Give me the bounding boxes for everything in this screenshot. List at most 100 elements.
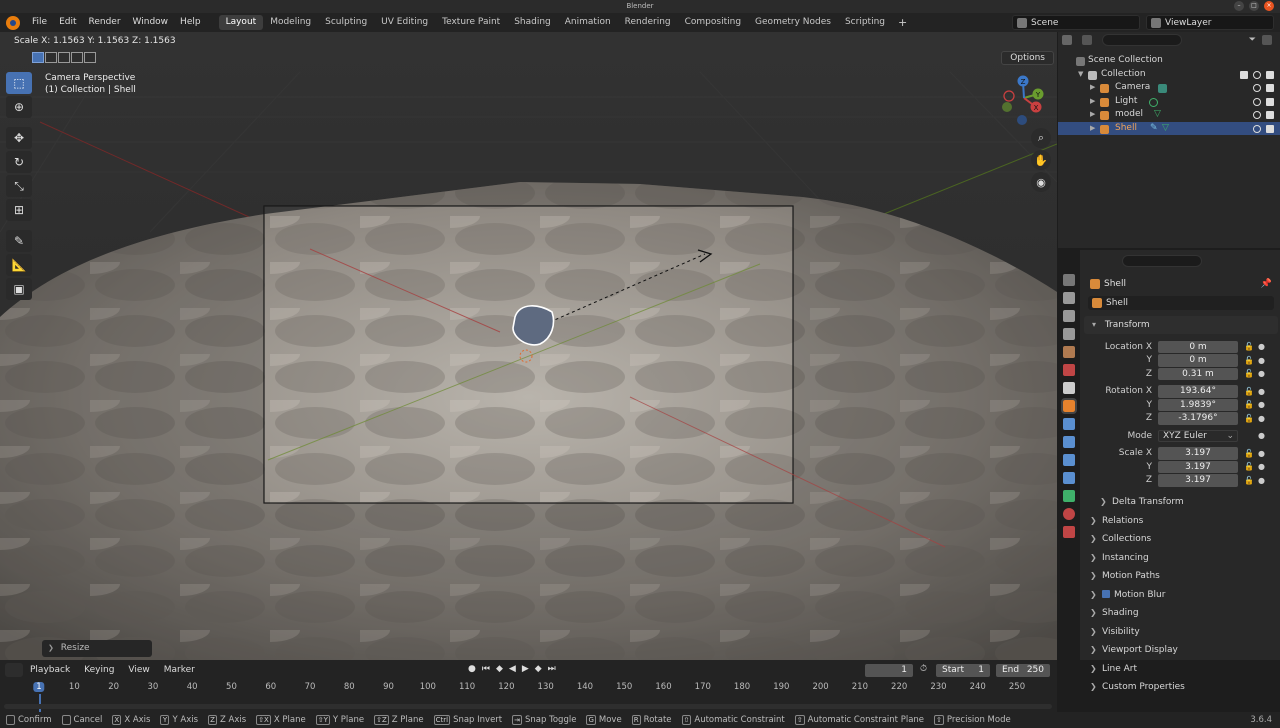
menu-edit[interactable]: Edit [53,13,82,32]
menu-file[interactable]: File [26,13,53,32]
visibility-eye-icon[interactable] [1253,70,1261,79]
panel-delta-transform[interactable]: ❯ Delta Transform [1082,493,1280,512]
location-y-field[interactable]: 0 m [1158,354,1238,367]
tab-scripting[interactable]: Scripting [838,15,892,30]
select-invert-icon[interactable] [71,52,83,63]
select-extend-icon[interactable] [45,52,57,63]
tab-modeling[interactable]: Modeling [263,15,318,30]
visibility-eye-icon[interactable] [1253,111,1261,119]
view-layer-selector[interactable]: ViewLayer [1146,15,1274,30]
object-name-field[interactable]: Shell [1088,296,1274,310]
3d-viewport[interactable]: Scale X: 1.1563 Y: 1.1563 Z: 1.1563 Opti… [0,32,1057,660]
start-frame-field[interactable]: Start 1 [936,664,990,677]
lock-icon[interactable]: 🔓 [1244,356,1256,365]
motion-blur-checkbox[interactable] [1102,589,1110,598]
editor-type-icon[interactable] [1062,35,1072,45]
panel-motion-paths[interactable]: ❯ Motion Paths [1082,567,1280,586]
scene-tab-icon[interactable] [1063,346,1075,358]
panel-visibility[interactable]: ❯ Visibility [1082,623,1280,642]
timeline-menu-keying[interactable]: Keying [77,665,121,675]
rotation-mode-select[interactable]: XYZ Euler ⌄ [1158,429,1238,442]
collection-tab-icon[interactable] [1063,382,1075,394]
render-tab-icon[interactable] [1063,292,1075,304]
add-cube-tool-icon[interactable]: ▣ [6,278,32,300]
lock-icon[interactable]: 🔓 [1244,387,1256,396]
render-camera-icon[interactable] [1266,124,1274,133]
jump-start-icon[interactable]: ⏮ [482,664,490,674]
tab-texture-paint[interactable]: Texture Paint [435,15,507,30]
tab-uv-editing[interactable]: UV Editing [374,15,435,30]
display-mode-icon[interactable] [1082,35,1092,45]
lock-icon[interactable]: 🔓 [1244,414,1256,423]
panel-custom-properties[interactable]: ❯ Custom Properties [1082,678,1280,697]
pin-icon[interactable]: 📌 [1261,279,1272,289]
keyframe-dot-icon[interactable]: ● [1258,431,1265,440]
visibility-eye-icon[interactable] [1253,84,1261,92]
panel-shading[interactable]: ❯ Shading [1082,604,1280,623]
object-tab-icon[interactable] [1061,398,1077,414]
properties-search-input[interactable] [1122,255,1202,267]
keyframe-dot-icon[interactable]: ● [1258,356,1265,365]
timeline-menu-playback[interactable]: Playback [23,665,77,675]
timeline-menu-marker[interactable]: Marker [157,665,202,675]
stopwatch-icon[interactable]: ⏱ [920,664,927,674]
tab-animation[interactable]: Animation [558,15,618,30]
tab-layout[interactable]: Layout [218,15,264,30]
end-frame-field[interactable]: End 250 [996,664,1050,677]
timeline-menu-view[interactable]: View [121,665,156,675]
cursor-tool-icon[interactable]: ⊕ [6,96,32,118]
play-icon[interactable]: ▶ [522,664,529,674]
lock-icon[interactable]: 🔓 [1244,476,1256,485]
transform-tool-icon[interactable]: ⊞ [6,199,32,221]
timeline-scrollbar[interactable] [4,704,1052,709]
render-camera-icon[interactable] [1266,84,1274,92]
rotation-y-field[interactable]: 1.9839° [1158,398,1238,411]
lock-icon[interactable]: 🔓 [1244,400,1256,409]
keyframe-dot-icon[interactable]: ● [1258,476,1265,485]
tool-tab-icon[interactable] [1063,274,1075,286]
texture-tab-icon[interactable] [1063,526,1075,538]
keyframe-dot-icon[interactable]: ● [1258,462,1265,471]
minimize-button[interactable]: – [1234,1,1244,11]
current-frame-field[interactable]: 1 [865,664,913,677]
physics-tab-icon[interactable] [1063,454,1075,466]
keyframe-dot-icon[interactable]: ● [1258,449,1265,458]
keyframe-dot-icon[interactable]: ● [1258,369,1265,378]
blender-logo-icon[interactable] [6,15,20,30]
menu-help[interactable]: Help [174,13,207,32]
render-camera-icon[interactable] [1266,97,1274,106]
scene-selector[interactable]: Scene [1012,15,1140,30]
panel-motion-blur[interactable]: ❯ Motion Blur [1082,586,1280,605]
render-camera-icon[interactable] [1266,111,1274,119]
prev-keyframe-icon[interactable]: ◆ [496,664,503,674]
outliner-row-light[interactable]: ▶ Light [1058,95,1280,109]
lock-icon[interactable]: 🔓 [1244,449,1256,458]
tab-geometry-nodes[interactable]: Geometry Nodes [748,15,838,30]
expand-arrow-icon[interactable]: ▼ [1078,68,1083,82]
tab-compositing[interactable]: Compositing [678,15,748,30]
new-collection-icon[interactable] [1262,35,1272,45]
record-icon[interactable]: ● [468,664,476,674]
rotation-z-field[interactable]: -3.1796° [1158,412,1238,425]
select-intersect-icon[interactable] [84,52,96,63]
panel-relations[interactable]: ❯ Relations [1082,512,1280,531]
modifier-tab-icon[interactable] [1063,418,1075,430]
expand-arrow-icon[interactable]: ▶ [1090,81,1095,95]
scale-y-field[interactable]: 3.197 [1158,460,1238,473]
expand-arrow-icon[interactable]: ▶ [1090,95,1095,109]
measure-tool-icon[interactable]: 📐 [6,254,32,276]
playhead[interactable] [39,694,41,712]
keyframe-dot-icon[interactable]: ● [1258,387,1265,396]
panel-collections[interactable]: ❯ Collections [1082,530,1280,549]
scale-x-field[interactable]: 3.197 [1158,447,1238,460]
last-operator-panel[interactable]: ❯ Resize [42,640,152,657]
menu-render[interactable]: Render [83,13,127,32]
material-tab-icon[interactable] [1063,508,1075,520]
navigation-gizmo[interactable]: Y X Z [998,72,1054,128]
camera-view-icon[interactable]: ◉ [1031,172,1051,192]
exclude-checkbox[interactable] [1240,70,1248,79]
jump-end-icon[interactable]: ⏭ [548,664,556,674]
panel-line-art[interactable]: ❯ Line Art [1082,660,1280,679]
select-subtract-icon[interactable] [58,52,70,63]
world-tab-icon[interactable] [1063,364,1075,376]
